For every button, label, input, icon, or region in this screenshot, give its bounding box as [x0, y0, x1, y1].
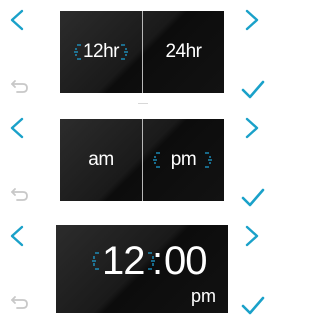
option-label-24hr: 24hr	[165, 41, 202, 62]
chevron-right-icon[interactable]	[243, 116, 261, 140]
option-label-pm: pm	[170, 149, 197, 170]
checkmark-icon[interactable]	[240, 294, 266, 316]
undo-icon[interactable]	[8, 186, 30, 204]
chevron-right-icon[interactable]	[243, 8, 261, 32]
option-pm[interactable]: pm	[142, 119, 224, 201]
time-separator: :	[152, 239, 163, 283]
selection-bracket-icon	[121, 44, 128, 60]
time-hours[interactable]: 12	[102, 241, 145, 281]
option-label-12hr: 12hr	[82, 41, 120, 62]
hour-format-panel: 12hr 24hr	[60, 11, 224, 93]
checkmark-icon[interactable]	[240, 78, 266, 100]
option-label-am: am	[88, 149, 114, 170]
chevron-left-icon[interactable]	[8, 116, 26, 140]
option-24hr[interactable]: 24hr	[142, 11, 224, 93]
time-step: 12 : 00 pm	[0, 216, 272, 324]
time-display: 12 : 00 pm	[56, 225, 228, 313]
checkmark-icon[interactable]	[240, 186, 266, 208]
undo-icon[interactable]	[8, 294, 30, 312]
selection-bracket-icon	[153, 152, 160, 168]
hour-format-step: 12hr 24hr	[0, 0, 272, 108]
step-divider	[138, 103, 148, 104]
chevron-right-icon[interactable]	[243, 224, 261, 248]
time-minutes[interactable]: 00	[164, 241, 207, 281]
chevron-left-icon[interactable]	[8, 8, 26, 32]
option-am[interactable]: am	[60, 119, 142, 201]
option-12hr[interactable]: 12hr	[60, 11, 142, 93]
time-panel: 12 : 00 pm	[56, 225, 228, 313]
selection-bracket-icon	[205, 152, 212, 168]
meridiem-panel: am pm	[60, 119, 224, 201]
selection-bracket-icon	[92, 252, 99, 270]
selection-bracket-icon	[74, 44, 81, 60]
time-period: pm	[190, 286, 216, 306]
undo-icon[interactable]	[8, 78, 30, 96]
meridiem-step: am pm	[0, 108, 272, 216]
chevron-left-icon[interactable]	[8, 224, 26, 248]
